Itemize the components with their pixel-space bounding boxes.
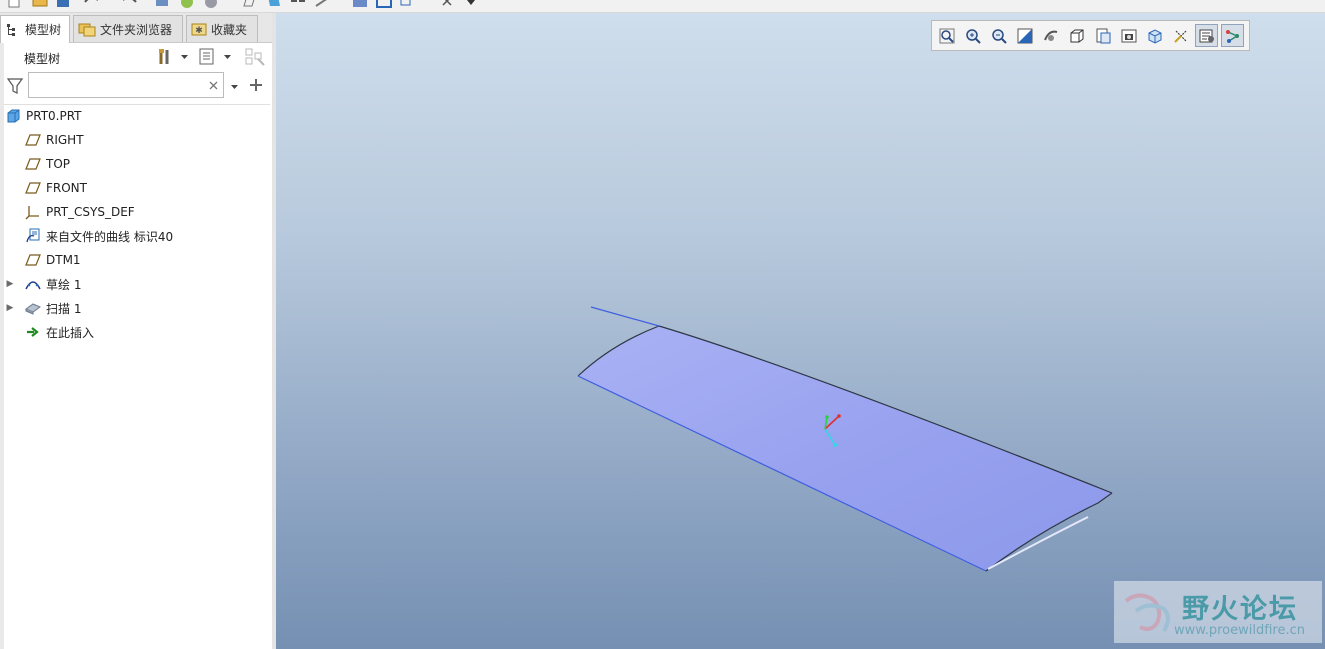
tab-model-tree[interactable]: 模型树	[0, 15, 70, 43]
tree-node-label: PRT_CSYS_DEF	[46, 205, 135, 219]
datum-plane-icon	[24, 131, 42, 149]
datum-plane-icon	[24, 155, 42, 173]
tree-node-label: PRT0.PRT	[26, 109, 82, 123]
folder-browser-icon	[78, 23, 96, 37]
tree-node-dtm1[interactable]: DTM1	[24, 249, 290, 271]
tree-node-top[interactable]: TOP	[24, 153, 290, 175]
expand-arrow-icon[interactable]: ▶	[4, 297, 16, 319]
tree-node-insert-here[interactable]: 在此插入	[24, 321, 290, 343]
regenerate-icon[interactable]	[155, 0, 169, 8]
coordinate-system-icon	[24, 203, 42, 221]
undo-icon[interactable]	[82, 0, 104, 8]
navigator-tabs: 模型树 文件夹浏览器 ✱ 收藏夹	[0, 13, 272, 43]
model-geometry	[577, 306, 1113, 572]
sphere-icon[interactable]	[204, 0, 218, 8]
expand-arrow-icon[interactable]: ▶	[4, 273, 16, 295]
tab-label: 模型树	[25, 23, 62, 37]
tree-columns-icon[interactable]	[244, 47, 266, 67]
tree-node-label: 在此插入	[46, 325, 95, 340]
tree-node-part[interactable]: PRT0.PRT	[4, 105, 270, 127]
settings-tools-icon[interactable]	[156, 47, 176, 67]
tree-node-label: FRONT	[46, 181, 87, 195]
insert-here-arrow-icon	[24, 323, 42, 341]
curve-from-file-icon	[24, 227, 42, 245]
tree-filter-row	[4, 71, 272, 101]
settings-dropdown-icon[interactable]	[180, 53, 189, 61]
measure-icon[interactable]	[314, 0, 330, 8]
tab-label: 文件夹浏览器	[100, 22, 173, 37]
watermark-title: 野火论坛	[1182, 594, 1298, 625]
tree-node-label: DTM1	[46, 253, 81, 267]
save-icon[interactable]	[56, 0, 70, 8]
part-icon	[4, 107, 22, 125]
search-dropdown-icon[interactable]	[230, 83, 239, 91]
tree-search-box[interactable]	[28, 72, 224, 98]
redo-icon[interactable]	[118, 0, 140, 8]
customize-dropdown-icon[interactable]	[466, 0, 476, 8]
show-options-icon[interactable]	[198, 47, 216, 67]
datum-plane-icon	[24, 251, 42, 269]
sketch-line[interactable]	[590, 306, 660, 327]
sweep-icon	[24, 299, 42, 317]
tree-node-label: RIGHT	[46, 133, 84, 147]
clear-icon[interactable]	[209, 81, 218, 90]
chart-icon[interactable]	[352, 0, 368, 8]
show-dropdown-icon[interactable]	[223, 53, 232, 61]
sheet-icon[interactable]	[266, 0, 282, 8]
tab-label: 收藏夹	[211, 22, 248, 37]
open-icon[interactable]	[32, 0, 48, 8]
tree-node-curve-from-file[interactable]: 来自文件的曲线 标识40	[24, 225, 290, 247]
window-icon[interactable]	[290, 0, 306, 8]
forum-watermark: 野火论坛 www.proewildfire.cn	[1114, 581, 1322, 643]
new-icon[interactable]	[8, 0, 20, 8]
tree-node-right[interactable]: RIGHT	[24, 129, 290, 151]
quick-access-toolbar	[0, 0, 1325, 13]
copy-icon[interactable]	[400, 0, 416, 8]
tree-node-front[interactable]: FRONT	[24, 177, 290, 199]
tab-favorites[interactable]: ✱ 收藏夹	[186, 15, 258, 42]
filter-icon[interactable]	[7, 77, 23, 95]
svg-text:✱: ✱	[195, 26, 203, 36]
favorites-icon: ✱	[191, 23, 207, 36]
datum-plane-icon	[24, 179, 42, 197]
tree-node-label: TOP	[46, 157, 71, 171]
model-tree-title: 模型树	[24, 52, 61, 66]
watermark-url: www.proewildfire.cn	[1174, 623, 1305, 638]
tree-node-sketch[interactable]: ▶ 草绘 1	[4, 273, 270, 295]
tree-node-label: 草绘 1	[46, 277, 82, 292]
tab-folder-browser[interactable]: 文件夹浏览器	[73, 15, 183, 42]
plane-icon[interactable]	[242, 0, 256, 8]
graphics-viewport[interactable]: 野火论坛 www.proewildfire.cn	[276, 13, 1325, 649]
appearance-gallery-icon[interactable]	[180, 0, 194, 8]
sketch-icon	[24, 275, 42, 293]
watermark-logo-icon	[1124, 593, 1170, 632]
model-tree-header: 模型树	[4, 43, 272, 71]
layout-icon[interactable]	[376, 0, 392, 8]
tree-node-sweep[interactable]: ▶ 扫描 1	[4, 297, 270, 319]
tree-search-input[interactable]	[33, 74, 207, 98]
navigator-panel: 模型树 文件夹浏览器 ✱ 收藏夹 模型树 PRT0.PRT RIGHT TOP …	[0, 13, 273, 649]
tree-node-label: 扫描 1	[46, 301, 82, 316]
sweep-surface[interactable]	[577, 325, 1113, 572]
model-tree-icon	[7, 23, 15, 36]
tree-node-csys[interactable]: PRT_CSYS_DEF	[24, 201, 290, 223]
add-icon[interactable]	[249, 78, 263, 92]
close-window-icon[interactable]	[440, 0, 454, 8]
tree-node-label: 来自文件的曲线 标识40	[46, 229, 174, 244]
